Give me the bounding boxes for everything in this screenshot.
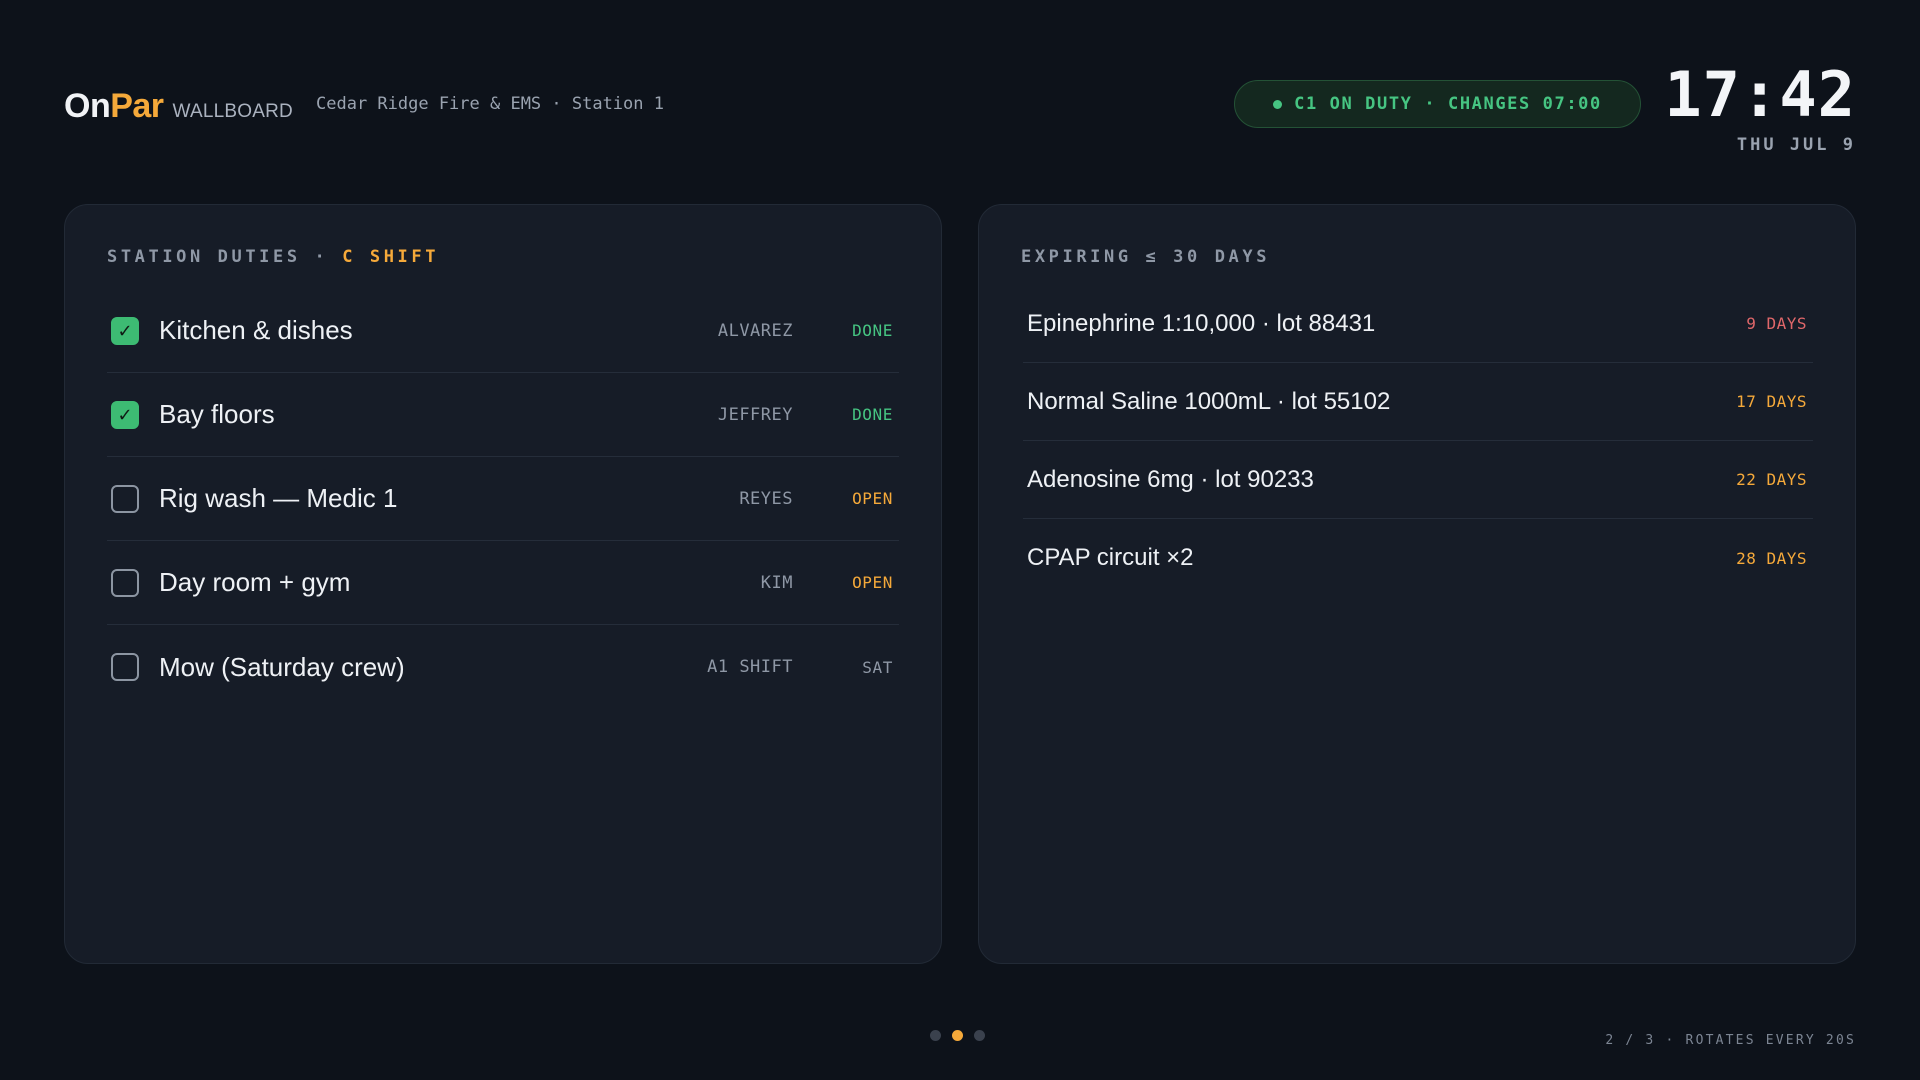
duty-status-pill: C1 ON DUTY · CHANGES 07:00 <box>1234 80 1641 128</box>
duty-row[interactable]: ✓ Bay floors JEFFREY DONE <box>107 373 899 457</box>
duty-status-text: C1 ON DUTY · CHANGES 07:00 <box>1294 94 1602 114</box>
status-dot-icon <box>1273 99 1283 109</box>
duty-assignee: KIM <box>760 572 793 593</box>
station-name: Cedar Ridge Fire & EMS · Station 1 <box>316 94 664 114</box>
duty-assignee: A1 SHIFT <box>707 657 793 677</box>
expiring-panel: EXPIRING ≤ 30 DAYS Epinephrine 1:10,000 … <box>978 204 1856 964</box>
brand-logo: On Par WALLBOARD <box>64 87 293 126</box>
page-dot[interactable] <box>930 1030 941 1041</box>
page-indicator <box>930 1030 985 1041</box>
panel-title: STATION DUTIES · C SHIFT <box>107 247 439 267</box>
brand-wallboard: WALLBOARD <box>172 101 293 122</box>
clock-time: 17:42 <box>1664 58 1856 131</box>
duty-assignee: ALVAREZ <box>717 320 793 341</box>
duty-status: DONE <box>852 321 893 340</box>
duty-status: OPEN <box>852 573 893 592</box>
expiring-days: 9 DAYS <box>1746 314 1807 333</box>
panel-title-prefix: STATION DUTIES · <box>107 247 343 267</box>
duty-checkbox[interactable]: ✓ <box>111 316 139 345</box>
duty-status: DONE <box>852 405 893 424</box>
expiring-row: CPAP circuit ×2 28 DAYS <box>1023 519 1813 597</box>
duty-label: Day room + gym <box>159 567 351 597</box>
brand-on: On <box>64 87 111 125</box>
duty-label: Mow (Saturday crew) <box>159 651 405 682</box>
duty-label: Rig wash — Medic 1 <box>159 483 398 513</box>
duty-status: SAT <box>862 657 893 677</box>
panel-title: EXPIRING ≤ 30 DAYS <box>1021 247 1271 267</box>
checkmark-icon: ✓ <box>117 404 133 425</box>
expiring-list: Epinephrine 1:10,000 · lot 88431 9 DAYS … <box>1023 285 1813 597</box>
duty-label: Kitchen & dishes <box>159 315 353 345</box>
expiring-days: 22 DAYS <box>1736 470 1807 489</box>
rotation-note: 2 / 3 · ROTATES EVERY 20S <box>1605 1033 1856 1048</box>
duty-checkbox[interactable]: ✓ <box>111 484 139 513</box>
duty-row[interactable]: ✓ Kitchen & dishes ALVAREZ DONE <box>107 289 899 373</box>
expiring-days: 17 DAYS <box>1736 392 1807 411</box>
expiring-row: Normal Saline 1000mL · lot 55102 17 DAYS <box>1023 363 1813 441</box>
header: On Par WALLBOARD Cedar Ridge Fire & EMS · … <box>64 58 1856 168</box>
duty-assignee: REYES <box>739 488 793 509</box>
duty-status: OPEN <box>852 489 893 508</box>
expiring-row: Epinephrine 1:10,000 · lot 88431 9 DAYS <box>1023 285 1813 363</box>
expiring-item-label: Normal Saline 1000mL · lot 55102 <box>1027 387 1391 415</box>
duty-row[interactable]: ✓ Mow (Saturday crew) A1 SHIFT SAT <box>107 625 899 709</box>
clock-date: THU JUL 9 <box>1736 135 1856 155</box>
duty-checkbox[interactable]: ✓ <box>111 568 139 597</box>
duty-checkbox[interactable]: ✓ <box>111 400 139 429</box>
expiring-item-label: Epinephrine 1:10,000 · lot 88431 <box>1027 309 1376 337</box>
expiring-item-label: Adenosine 6mg · lot 90233 <box>1027 465 1314 493</box>
panel-title-shift: C SHIFT <box>342 247 440 267</box>
page-dot[interactable] <box>952 1030 963 1041</box>
expiring-item-label: CPAP circuit ×2 <box>1027 544 1194 571</box>
expiring-row: Adenosine 6mg · lot 90233 22 DAYS <box>1023 441 1813 519</box>
checkmark-icon: ✓ <box>117 320 133 341</box>
page-dot[interactable] <box>974 1030 985 1041</box>
duty-row[interactable]: ✓ Day room + gym KIM OPEN <box>107 541 899 625</box>
expiring-days: 28 DAYS <box>1736 548 1807 568</box>
duty-list: ✓ Kitchen & dishes ALVAREZ DONE ✓ Bay fl… <box>107 289 899 709</box>
duty-row[interactable]: ✓ Rig wash — Medic 1 REYES OPEN <box>107 457 899 541</box>
duty-checkbox[interactable]: ✓ <box>111 653 139 681</box>
clock: 17:42 THU JUL 9 <box>1664 58 1856 155</box>
duty-label: Bay floors <box>159 399 275 429</box>
brand-par: Par <box>110 87 164 125</box>
station-duties-panel: STATION DUTIES · C SHIFT ✓ Kitchen & dis… <box>64 204 942 964</box>
duty-assignee: JEFFREY <box>717 404 793 425</box>
